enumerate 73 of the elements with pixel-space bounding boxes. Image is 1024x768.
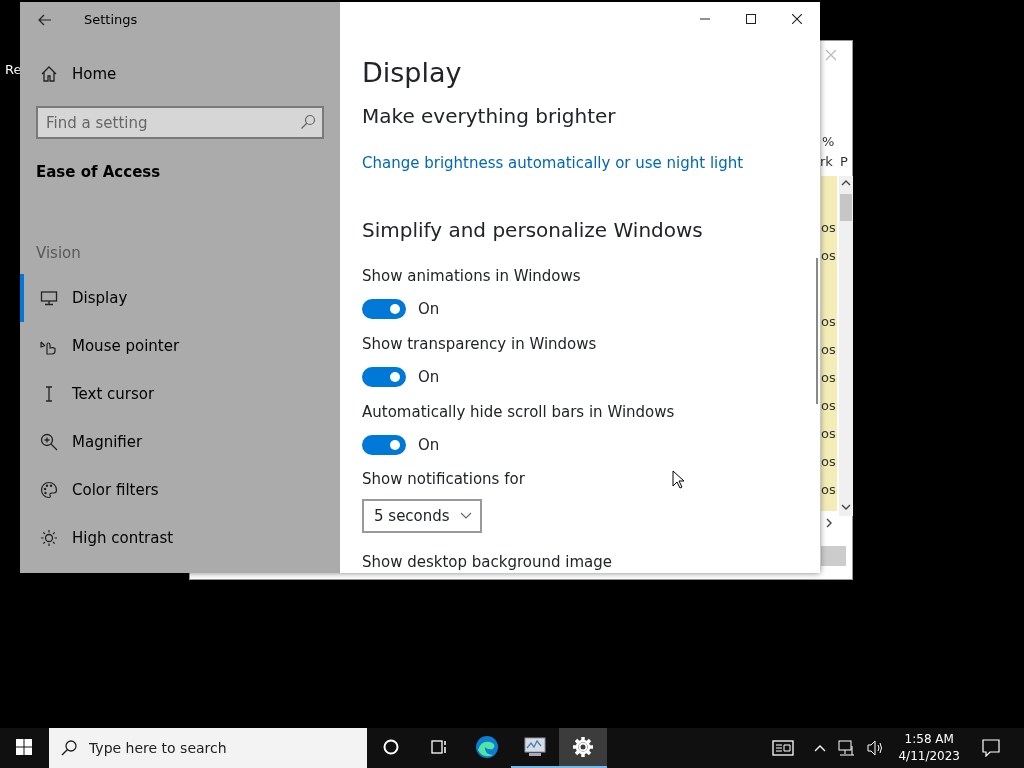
nav-item[interactable]: Color filters <box>20 466 340 514</box>
section-heading: Simplify and personalize Windows <box>362 217 704 245</box>
task-view-icon <box>430 738 448 756</box>
table-cell: os <box>821 483 836 496</box>
dropdown-label: Show notifications for <box>362 469 525 491</box>
scrollbar[interactable] <box>839 176 853 516</box>
table-cell: os <box>821 249 836 262</box>
palette-icon <box>40 481 58 499</box>
table-cell: os <box>821 427 836 440</box>
search-field[interactable]: Find a setting <box>36 106 324 139</box>
scroll-down-icon <box>840 502 852 512</box>
clock-date[interactable]: 4/11/2023 <box>898 748 960 766</box>
toggle-state: On <box>418 366 440 388</box>
chevron-up-icon[interactable] <box>814 743 827 753</box>
maximize-icon <box>746 14 756 24</box>
close-icon <box>792 14 802 24</box>
nav-item[interactable]: High contrast <box>20 514 340 562</box>
notification-dropdown[interactable]: 5 seconds <box>362 498 482 533</box>
network-icon[interactable] <box>838 740 856 756</box>
chevron-down-icon <box>459 511 472 520</box>
clock-time[interactable]: 1:58 AM <box>904 730 954 748</box>
magnifier-icon <box>40 433 58 451</box>
taskbar-search-field[interactable]: Type here to search <box>49 728 367 768</box>
monitor-icon <box>40 289 58 307</box>
browser-icon <box>475 735 499 759</box>
column-header[interactable]: rk <box>820 155 833 168</box>
table-cell: os <box>821 399 836 412</box>
nav-item[interactable]: Magnifier <box>20 418 340 466</box>
toggle-label: Show animations in Windows <box>362 266 581 288</box>
scrollbar[interactable] <box>816 258 818 404</box>
group-label: Vision <box>36 242 82 264</box>
close-icon <box>825 49 837 61</box>
window-title: Settings <box>84 11 138 30</box>
column-header[interactable]: % <box>822 135 835 148</box>
search-icon <box>61 740 77 756</box>
home-icon <box>40 65 58 83</box>
desktop-label: Re <box>5 61 22 79</box>
toggle-switch[interactable] <box>362 299 406 320</box>
cortana-icon <box>382 738 400 756</box>
column-header[interactable]: P <box>840 155 848 168</box>
section-heading: Make everything brighter <box>362 103 617 131</box>
back-icon[interactable] <box>38 13 52 27</box>
setting-label: Show desktop background image <box>362 551 613 573</box>
toggle-switch[interactable] <box>362 367 406 388</box>
sun-icon <box>40 529 58 547</box>
toggle-state: On <box>418 298 440 320</box>
nav-item[interactable]: Text cursor <box>20 370 340 418</box>
taskbar-app[interactable] <box>559 728 607 768</box>
table-cell: os <box>821 221 836 234</box>
mouse-cursor-icon <box>672 470 685 489</box>
toggle-state: On <box>418 434 440 456</box>
scroll-up-icon <box>840 178 852 188</box>
search-icon <box>300 114 316 130</box>
brightness-link[interactable]: Change brightness automatically or use night light <box>362 152 744 175</box>
table-cell: os <box>821 315 836 328</box>
volume-icon[interactable] <box>867 739 885 757</box>
monitor-app-icon <box>523 735 547 759</box>
table-cell: os <box>821 455 836 468</box>
scroll-thumb[interactable] <box>840 194 852 221</box>
news-icon[interactable] <box>772 739 795 757</box>
table-cell: os <box>821 343 836 356</box>
toggle-label: Show transparency in Windows <box>362 334 597 356</box>
toggle-switch[interactable] <box>362 435 406 456</box>
toggle-label: Automatically hide scroll bars in Windows <box>362 402 675 424</box>
home-item[interactable]: Home <box>20 50 340 98</box>
gear-icon <box>571 735 595 759</box>
nav-item[interactable]: Mouse pointer <box>20 322 340 370</box>
category-heading: Ease of Access <box>36 162 162 183</box>
table-cell: os <box>821 371 836 384</box>
windows-logo-icon <box>16 739 32 755</box>
notification-icon[interactable] <box>982 739 1000 757</box>
page-title: Display <box>362 57 463 90</box>
scroll-right-icon <box>824 517 834 529</box>
